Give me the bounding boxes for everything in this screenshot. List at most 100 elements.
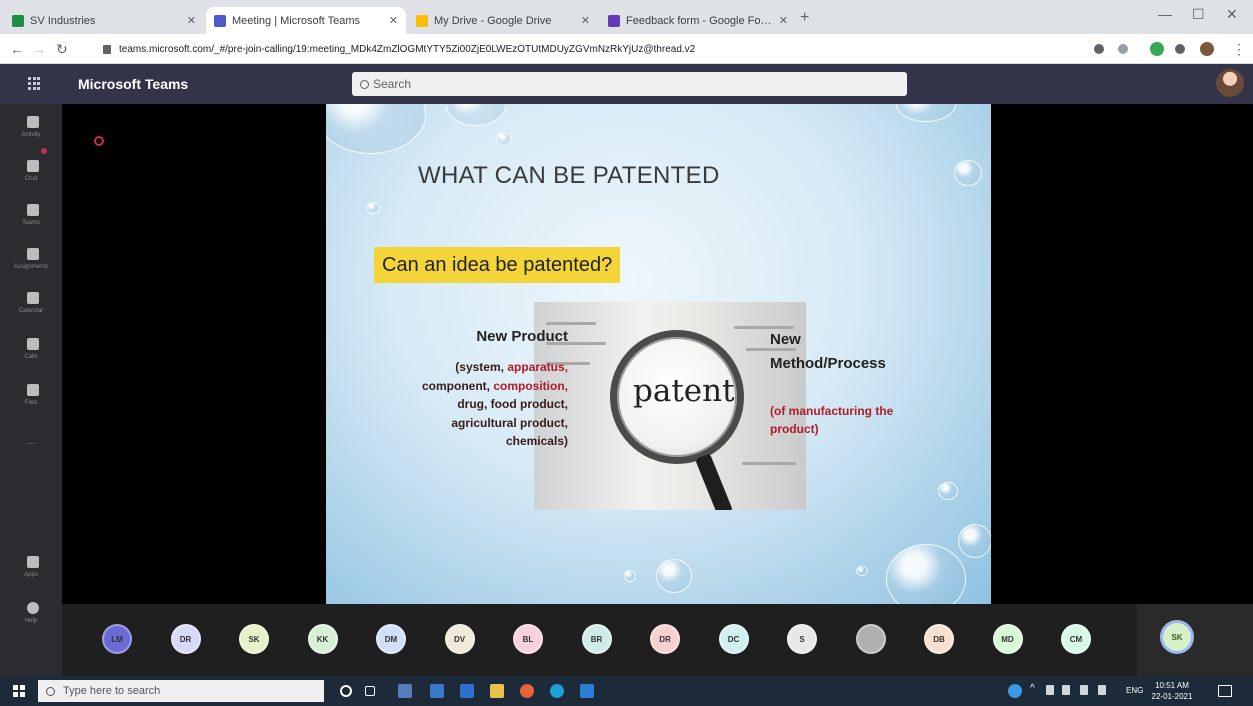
self-avatar[interactable]: SK xyxy=(1160,620,1194,654)
teams-left-rail: Activity Chat Teams Assignments Calendar… xyxy=(0,104,62,676)
file-explorer-icon[interactable] xyxy=(490,684,504,698)
close-icon[interactable]: ✕ xyxy=(187,14,196,27)
participant-avatar[interactable]: DM xyxy=(376,624,406,654)
clock-date: 22-01-2021 xyxy=(1151,692,1193,701)
close-window-icon[interactable]: ✕ xyxy=(1226,6,1238,23)
participant-avatar[interactable]: KK xyxy=(307,624,338,654)
participant-avatar[interactable] xyxy=(855,624,886,654)
participant-avatar[interactable]: DB xyxy=(924,624,954,654)
maximize-icon[interactable]: ☐ xyxy=(1192,6,1205,23)
participant-avatar[interactable]: BR xyxy=(581,624,612,654)
tab-favicon-icon xyxy=(416,14,428,27)
rail-item-files[interactable]: Files xyxy=(0,376,62,416)
app-launcher-icon[interactable] xyxy=(28,77,40,91)
participant-avatar[interactable]: SK xyxy=(239,624,269,654)
network-icon[interactable] xyxy=(1046,685,1054,695)
todo-icon[interactable] xyxy=(460,684,474,698)
task-view-icon[interactable] xyxy=(365,686,375,696)
water-drop-decoration xyxy=(624,570,636,582)
tray-app-icon[interactable] xyxy=(1008,684,1022,698)
participant-avatar[interactable]: DV xyxy=(444,624,475,654)
cortana-icon[interactable] xyxy=(340,685,352,697)
url-field[interactable]: teams.microsoft.com/_#/pre-join-calling/… xyxy=(95,39,1055,59)
close-icon[interactable]: ✕ xyxy=(389,14,398,27)
browser-tab[interactable]: My Drive - Google Drive ✕ xyxy=(408,7,598,34)
volume-icon[interactable] xyxy=(1080,685,1088,695)
participant-avatar[interactable]: LM xyxy=(102,624,132,654)
user-avatar[interactable] xyxy=(1216,69,1244,97)
reload-icon[interactable]: ↻ xyxy=(56,41,68,58)
taskbar-search-input[interactable]: Type here to search xyxy=(38,680,324,702)
more-menu-icon[interactable]: ⋮ xyxy=(1232,41,1246,58)
rail-item-help[interactable]: Help xyxy=(0,594,62,634)
extension-green-icon[interactable] xyxy=(1150,42,1164,56)
product-list-line: drug, food product, xyxy=(457,397,568,411)
participant-avatar[interactable]: DR xyxy=(650,624,680,654)
browser-tab[interactable]: Meeting | Microsoft Teams ✕ xyxy=(206,7,406,34)
windows-start-icon[interactable] xyxy=(13,685,25,697)
wifi-icon[interactable] xyxy=(1098,685,1106,695)
rail-item-more[interactable]: ... xyxy=(0,428,62,468)
rail-item-calendar[interactable]: Calendar xyxy=(0,284,62,324)
chat-icon xyxy=(27,160,39,172)
tab-favicon-icon xyxy=(12,14,24,27)
windows-taskbar: Type here to search ^ ENG 10:51 AM 22-01… xyxy=(0,676,1253,706)
new-product-list: (system, apparatus, component, compositio… xyxy=(366,358,568,451)
water-drop-decoration xyxy=(958,524,991,558)
tab-label: Meeting | Microsoft Teams xyxy=(232,14,360,27)
patent-magnifier-image: patent xyxy=(534,302,806,510)
minimize-icon[interactable]: — xyxy=(1158,6,1172,22)
participant-avatar[interactable]: MD xyxy=(992,624,1023,654)
new-tab-plus-icon[interactable]: + xyxy=(800,9,809,27)
water-drop-decoration xyxy=(446,104,506,126)
puzzle-icon[interactable] xyxy=(1175,44,1185,54)
notification-center-icon[interactable] xyxy=(1218,685,1232,697)
teams-taskbar-icon[interactable] xyxy=(430,684,444,698)
star-icon[interactable] xyxy=(1118,44,1128,54)
taskbar-search-placeholder: Type here to search xyxy=(63,685,161,697)
tab-label: Feedback form - Google Forms xyxy=(626,14,773,27)
chrome-icon[interactable] xyxy=(520,684,534,698)
back-arrow-icon[interactable]: ← xyxy=(10,41,24,57)
tab-label: My Drive - Google Drive xyxy=(434,14,552,27)
app-title: Microsoft Teams xyxy=(78,76,189,92)
rail-item-calls[interactable]: Calls xyxy=(0,330,62,370)
slide-question-highlight: Can an idea be patented? xyxy=(374,247,621,283)
assignments-icon xyxy=(27,248,39,260)
language-indicator[interactable]: ENG xyxy=(1126,686,1143,695)
forward-arrow-icon[interactable]: → xyxy=(32,41,46,57)
search-input[interactable]: Search xyxy=(352,72,907,96)
battery-icon[interactable] xyxy=(1062,685,1070,695)
clock[interactable]: 10:51 AM 22-01-2021 xyxy=(1150,680,1194,702)
slide-question: Can an idea be patented? xyxy=(382,253,613,276)
rail-item-chat[interactable]: Chat xyxy=(0,152,62,192)
participant-avatar[interactable]: S xyxy=(787,624,817,654)
slide-title: WHAT CAN BE PATENTED xyxy=(418,162,720,189)
mail-icon[interactable] xyxy=(580,684,594,698)
self-video-tile[interactable] xyxy=(1137,604,1253,676)
close-icon[interactable]: ✕ xyxy=(581,14,590,27)
product-list-line: component, composition, xyxy=(421,378,568,393)
participant-avatar[interactable]: DR xyxy=(170,624,201,654)
participant-avatar[interactable]: CM xyxy=(1061,624,1091,654)
profile-avatar-icon[interactable] xyxy=(1200,42,1214,56)
browser-tab[interactable]: Feedback form - Google Forms ✕ xyxy=(600,7,796,34)
tab-favicon-icon xyxy=(608,14,620,27)
rail-item-apps[interactable]: Apps xyxy=(0,548,62,588)
browser-tab[interactable]: SV Industries ✕ xyxy=(4,7,204,34)
chevron-up-icon[interactable]: ^ xyxy=(1030,683,1038,694)
help-icon xyxy=(27,602,39,614)
edge-icon[interactable] xyxy=(550,684,564,698)
rail-item-teams[interactable]: Teams xyxy=(0,196,62,236)
key-icon[interactable] xyxy=(1094,44,1104,54)
participant-avatar[interactable]: BL xyxy=(513,624,543,654)
new-method-heading: New Method/Process xyxy=(770,331,886,372)
phone-icon xyxy=(27,338,39,350)
new-product-heading: New Product xyxy=(476,328,568,345)
participant-avatar[interactable]: DC xyxy=(718,624,749,654)
rail-item-activity[interactable]: Activity xyxy=(0,108,62,148)
rail-item-assignments[interactable]: Assignments xyxy=(0,240,62,280)
weather-icon[interactable] xyxy=(398,684,412,698)
calendar-icon xyxy=(27,292,39,304)
close-icon[interactable]: ✕ xyxy=(779,14,788,27)
